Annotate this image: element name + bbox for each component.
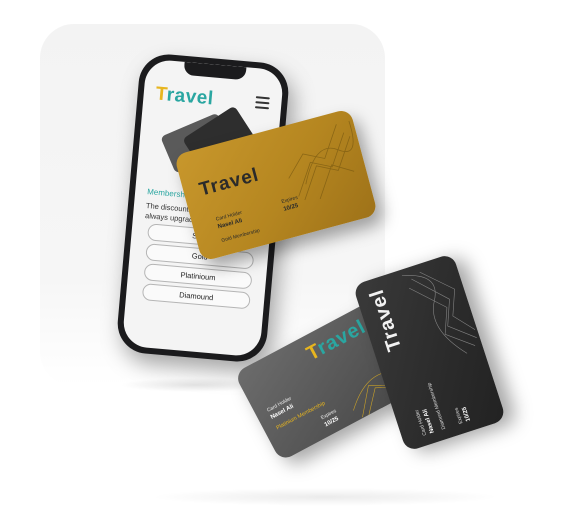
card-brand-logo: Travel: [365, 286, 407, 354]
card-line-pattern: [401, 271, 477, 354]
app-logo: Travel: [155, 83, 215, 110]
product-mockup-scene: Travel Membership Program The discount m…: [0, 0, 575, 519]
card-line-pattern: [288, 120, 355, 201]
membership-tier: Gold Membership: [220, 227, 261, 244]
expires-value: 10/25: [282, 203, 299, 213]
diamond-membership-card: Travel Card Holder Nasel Ali Diamond Mem…: [352, 253, 507, 452]
card-brand-logo: Travel: [197, 164, 262, 201]
card-content: Travel Card Holder Nasel Ali Diamond Mem…: [353, 253, 507, 452]
cards-shadow: [150, 488, 500, 506]
app-logo-text: ravel: [165, 84, 215, 110]
hamburger-menu-icon[interactable]: [254, 96, 270, 110]
